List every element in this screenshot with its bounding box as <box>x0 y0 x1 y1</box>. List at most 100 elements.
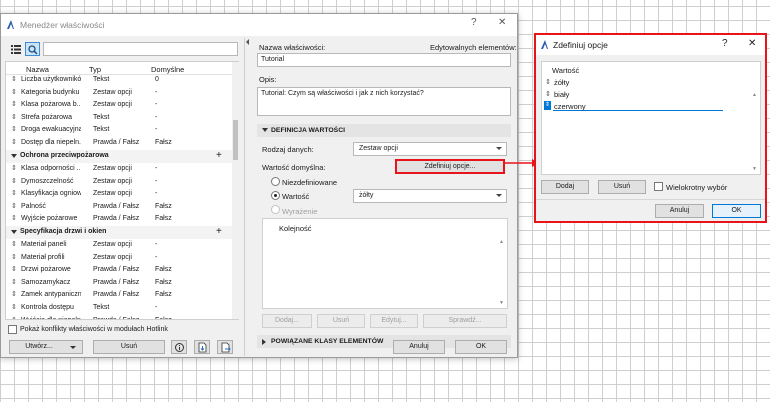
ok-button[interactable]: OK <box>455 340 507 354</box>
property-name: Materiał paneli <box>21 241 67 248</box>
drag-handle-icon[interactable]: ⇕ <box>11 213 17 226</box>
list-view-icon[interactable] <box>11 45 21 54</box>
add-plus-icon[interactable]: + <box>216 150 222 163</box>
property-row[interactable]: ⇕ Wyjście pożarowe Prawda / Fałsz Fałsz <box>6 213 232 226</box>
section-value-definition[interactable]: DEFINICJA WARTOŚCI <box>257 124 511 137</box>
delete-property-button[interactable]: Usuń <box>93 340 165 354</box>
property-row[interactable]: ⇕ Strefa pożarowa Tekst - <box>6 112 232 125</box>
property-row[interactable]: ⇕ Palność Prawda / Fałsz Fałsz <box>6 201 232 214</box>
drag-handle-icon[interactable]: ⇕ <box>11 315 17 319</box>
property-row[interactable]: ⇕ Materiał paneli Zestaw opcji - <box>6 239 232 252</box>
property-row[interactable]: ⇕ Klasyfikacja ogniowa Zestaw opcji - <box>6 188 232 201</box>
radio-value[interactable] <box>271 191 280 200</box>
drag-handle-icon[interactable]: ⇕ <box>11 74 17 87</box>
search-input[interactable] <box>43 42 238 56</box>
col-type-header[interactable]: Typ <box>89 65 101 74</box>
list-scrollbar[interactable] <box>232 62 239 319</box>
define-options-button[interactable]: Zdefiniuj opcje... <box>395 159 505 174</box>
drag-handle-icon[interactable]: ⇕ <box>545 90 551 98</box>
property-row[interactable]: ⇕ Zamek antypaniczny Prawda / Fałsz Fałsz <box>6 289 232 302</box>
property-row[interactable]: ⇕ Liczba użytkowników Tekst 0 <box>6 74 232 87</box>
property-row[interactable]: ⇕ Kontrola dostępu Tekst - <box>6 302 232 315</box>
col-name-header[interactable]: Nazwa <box>26 65 49 74</box>
cancel-button[interactable]: Anuluj <box>393 340 445 354</box>
collapse-left-icon[interactable] <box>246 39 249 45</box>
drag-handle-icon[interactable]: ⇕ <box>11 201 17 214</box>
property-name: Palność <box>21 202 46 210</box>
property-default: Fałsz <box>155 266 172 274</box>
options-list[interactable]: Wartość ⇕ żółty ⇕ biały ⇕ czerwony ▲ ▼ <box>541 61 761 175</box>
property-row[interactable]: ⇕ Kategoria budynku Zestaw opcji - <box>6 87 232 100</box>
radio-expression[interactable] <box>271 205 280 214</box>
scroll-up-icon[interactable]: ▲ <box>499 239 504 245</box>
conflicts-checkbox[interactable] <box>8 325 17 334</box>
drag-handle-icon[interactable]: ⇕ <box>11 99 17 112</box>
drag-handle-icon[interactable]: ⇕ <box>11 277 17 290</box>
property-default: - <box>155 304 158 311</box>
create-button[interactable]: Utwórz... <box>9 340 83 354</box>
dependency-list[interactable]: Kolejność ▲ ▼ <box>262 218 508 309</box>
drag-handle-icon[interactable]: ⇕ <box>11 163 17 176</box>
option-edit-field[interactable]: czerwony <box>553 100 723 111</box>
multi-select-label: Wielokrotny wybór <box>666 183 728 192</box>
default-value-select[interactable]: żółty <box>353 189 507 203</box>
scroll-up-icon[interactable]: ▲ <box>752 92 757 98</box>
property-default: - <box>155 190 158 198</box>
dialog-cancel-button[interactable]: Anuluj <box>655 204 704 218</box>
property-row[interactable]: ⇕ Drzwi pożarowe Prawda / Fałsz Fałsz <box>6 264 232 277</box>
drag-handle-icon[interactable]: ⇕ <box>11 112 17 125</box>
scrollbar-thumb[interactable] <box>233 120 238 160</box>
scroll-down-icon[interactable]: ▼ <box>499 300 504 306</box>
search-toggle[interactable] <box>25 42 40 56</box>
multi-select-checkbox[interactable] <box>654 182 663 191</box>
drag-handle-icon[interactable]: ⇕ <box>11 302 17 315</box>
drag-handle-icon[interactable]: ⇕ <box>11 289 17 302</box>
properties-list[interactable]: Nazwa Typ Domyślne ⇕ Liczba użytkowników T… <box>5 61 239 320</box>
property-row[interactable]: ⇕ Droga ewakuacyjna Tekst - <box>6 124 232 137</box>
drag-handle-icon[interactable]: ⇕ <box>545 78 551 86</box>
export-button[interactable] <box>217 340 233 354</box>
drag-handle-icon[interactable]: ⇕ <box>11 188 17 201</box>
group-fire-protection[interactable]: Ochrona przeciwpożarowa + <box>6 150 232 163</box>
help-icon[interactable]: ? <box>471 17 477 28</box>
option-row[interactable]: ⇕ biały <box>542 88 752 100</box>
delete-button[interactable]: Usuń <box>317 314 365 328</box>
close-icon[interactable]: ✕ <box>498 17 506 28</box>
option-row-selected[interactable]: ⇕ czerwony <box>542 100 752 112</box>
drag-handle-icon[interactable]: ⇕ <box>11 87 17 100</box>
property-row[interactable]: ⇕ Dymoszczelność Zestaw opcji - <box>6 176 232 189</box>
property-row[interactable]: ⇕ Materiał profili Zestaw opcji - <box>6 252 232 265</box>
check-button[interactable]: Sprawdź... <box>423 314 507 328</box>
property-row[interactable]: ⇕ Dostęp dla niepeln... Prawda / Fałsz Fałs… <box>6 137 232 150</box>
data-type-select[interactable]: Zestaw opcji <box>353 142 507 156</box>
import-button[interactable] <box>194 340 210 354</box>
col-default-header[interactable]: Domyślne <box>151 65 184 74</box>
info-button[interactable] <box>171 340 187 354</box>
dialog-delete-button[interactable]: Usuń <box>598 180 646 194</box>
radio-undefined[interactable] <box>271 177 280 186</box>
drag-handle-icon[interactable]: ⇕ <box>11 252 17 265</box>
dialog-add-button[interactable]: Dodaj <box>541 180 589 194</box>
drag-handle-icon[interactable]: ⇕ <box>11 137 17 150</box>
property-name-field[interactable]: Tutorial <box>257 53 511 67</box>
drag-handle-icon[interactable]: ⇕ <box>11 239 17 252</box>
drag-handle-icon[interactable]: ⇕ <box>544 101 551 110</box>
property-row[interactable]: ⇕ Samozamykacz Prawda / Fałsz Fałsz <box>6 277 232 290</box>
group-doors-windows[interactable]: Specyfikacja drzwi i okien + <box>6 226 232 239</box>
drag-handle-icon[interactable]: ⇕ <box>11 124 17 137</box>
splitter[interactable] <box>244 38 245 356</box>
property-row[interactable]: ⇕ Wyjście dla niepeln... Prawda / FałszFał… <box>6 315 232 319</box>
scroll-down-icon[interactable]: ▼ <box>752 166 757 172</box>
drag-handle-icon[interactable]: ⇕ <box>11 176 17 189</box>
dialog-help-icon[interactable]: ? <box>722 38 728 49</box>
dialog-close-icon[interactable]: ✕ <box>748 38 756 49</box>
dialog-ok-button[interactable]: OK <box>712 204 761 218</box>
option-row[interactable]: ⇕ żółty <box>542 76 752 88</box>
property-row[interactable]: ⇕ Klasa pożarowa b... Zestaw opcji - <box>6 99 232 112</box>
add-plus-icon[interactable]: + <box>216 226 222 239</box>
property-row[interactable]: ⇕ Klasa odporności ... Zestaw opcji - <box>6 163 232 176</box>
drag-handle-icon[interactable]: ⇕ <box>11 264 17 277</box>
add-button[interactable]: Dodaj... <box>262 314 312 328</box>
description-field[interactable]: Tutorial: Czym są właściwości i jak z ni… <box>257 87 511 116</box>
edit-button[interactable]: Edytuj... <box>370 314 418 328</box>
